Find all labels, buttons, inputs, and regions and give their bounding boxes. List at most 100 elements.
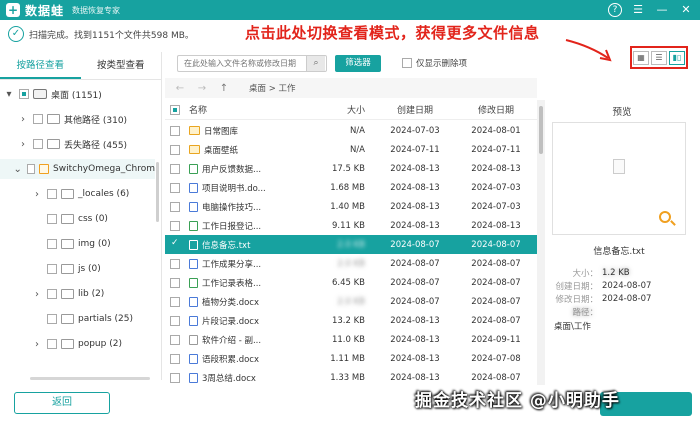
row-name: 信息备忘.txt [202,240,251,251]
preview-file-name: 信息备忘.txt [593,247,645,257]
header-size[interactable]: 大小 [295,103,375,116]
back-button[interactable]: 返回 [14,392,110,414]
tree-scrollbar[interactable] [156,162,159,222]
deleted-only-checkbox[interactable] [402,58,412,68]
table-row[interactable]: 信息备忘.txt 2.0 KB 2024-08-07 2024-08-07 [165,235,537,254]
forward-arrow-icon[interactable]: → [195,83,209,94]
thumbnail-view-icon[interactable]: ▦ [633,50,649,65]
table-row[interactable]: 工作日报登记... 9.11 KB 2024-08-13 2024-08-13 [165,216,537,235]
expand-icon[interactable]: › [32,339,42,350]
row-checkbox[interactable] [170,238,180,250]
up-arrow-icon[interactable]: ↑ [217,83,231,94]
table-row[interactable]: 项目说明书.do... 1.68 MB 2024-08-13 2024-07-03 [165,178,537,197]
tree-item[interactable]: › 其他路径 (310) [18,109,127,129]
tree-item[interactable]: img (0) [32,234,111,254]
row-checkbox[interactable] [170,201,180,212]
row-checkbox[interactable] [170,296,180,307]
select-all-checkbox[interactable] [170,104,180,115]
row-created: 2024-08-07 [390,277,440,288]
document-icon [189,353,198,364]
tree-checkbox[interactable] [26,164,35,174]
deleted-only-label: 仅显示删除项 [416,59,468,69]
row-size: 1.11 MB [330,353,365,364]
breadcrumb: 桌面 > 工作 [249,84,296,94]
tab-by-path[interactable]: 按路径查看 [0,52,81,79]
table-row[interactable]: 软件介绍 - 副... 11.0 KB 2024-08-13 2024-09-11 [165,330,537,349]
row-checkbox[interactable] [170,334,180,345]
tree-item[interactable]: › _locales (6) [32,184,129,204]
preview-view-icon[interactable]: ▮▯ [669,50,685,65]
row-size: 1.40 MB [330,201,365,212]
tree-checkbox[interactable] [47,339,57,349]
tree-item[interactable]: partials (25) [32,309,133,329]
row-checkbox[interactable] [170,277,180,288]
tree-item[interactable]: › popup (2) [32,334,122,354]
expand-icon[interactable]: › [18,114,28,125]
expand-icon[interactable]: ⌄ [13,164,21,175]
table-row[interactable]: 电脑操作技巧... 1.40 MB 2024-08-13 2024-07-03 [165,197,537,216]
table-row[interactable]: 语段积累.docx 1.11 MB 2024-08-13 2024-07-08 [165,349,537,368]
expand-icon[interactable]: › [32,289,42,300]
minimize-icon[interactable]: — [654,2,670,18]
tree-item-label: partials (25) [78,314,133,324]
tree-item[interactable]: ⌄ SwitchyOmega_Chrom [0,159,155,179]
table-row[interactable]: 植物分类.docx 2.0 KB 2024-08-07 2024-08-07 [165,292,537,311]
tree-item[interactable]: js (0) [32,259,101,279]
row-checkbox[interactable] [170,182,180,193]
magnifier-icon[interactable] [659,211,671,223]
table-scroll-thumb[interactable] [539,106,543,154]
row-name: 植物分类.docx [202,297,260,308]
row-checkbox[interactable] [170,372,180,383]
table-row[interactable]: 日常图库 N/A 2024-07-03 2024-08-01 [165,121,537,140]
deleted-only-option[interactable]: 仅显示删除项 [402,57,467,69]
tree-checkbox[interactable] [47,214,57,224]
table-row[interactable]: 用户反馈数据... 17.5 KB 2024-08-13 2024-08-13 [165,159,537,178]
tree-checkbox[interactable] [33,114,43,124]
tree-checkbox[interactable] [47,289,57,299]
tree-item[interactable]: › 丢失路径 (455) [18,134,127,154]
table-row[interactable]: 工作记录表格... 6.45 KB 2024-08-07 2024-08-07 [165,273,537,292]
back-arrow-icon[interactable]: ← [173,83,187,94]
row-checkbox[interactable] [170,353,180,364]
tree-checkbox[interactable] [47,189,57,199]
menu-icon[interactable]: ☰ [630,2,646,18]
row-created: 2024-08-13 [390,201,440,212]
tree-checkbox[interactable] [47,264,57,274]
tree-checkbox[interactable] [47,314,57,324]
help-icon[interactable]: ? [608,3,622,17]
row-checkbox[interactable] [170,315,180,326]
row-checkbox[interactable] [170,125,180,136]
header-name[interactable]: 名称 [185,103,295,116]
expand-icon[interactable]: › [32,189,42,200]
tree-checkbox[interactable] [33,139,43,149]
table-row[interactable]: 工作成果分享... 2.0 KB 2024-08-07 2024-08-07 [165,254,537,273]
close-icon[interactable]: ✕ [678,2,694,18]
list-view-icon[interactable]: ☰ [651,50,667,65]
row-checkbox[interactable] [170,163,180,174]
tree-checkbox[interactable] [47,239,57,249]
table-scrollbar[interactable] [537,100,545,385]
search-input[interactable] [177,55,327,72]
table-row[interactable]: 桌面壁纸 N/A 2024-07-11 2024-07-11 [165,140,537,159]
tree-hscrollbar[interactable] [30,377,150,380]
row-checkbox[interactable] [170,220,180,231]
header-created[interactable]: 创建日期 [375,103,455,116]
expand-icon[interactable]: › [18,139,28,150]
row-checkbox[interactable] [170,144,180,155]
tree-item[interactable]: ▾ 桌面 (1151) [4,84,101,104]
tree-checkbox[interactable] [19,89,29,99]
header-modified[interactable]: 修改日期 [455,103,537,116]
filter-button[interactable]: 筛选器 [335,55,381,72]
row-created: 2024-07-11 [390,144,440,155]
table-row[interactable]: 3周总结.docx 1.33 MB 2024-08-13 2024-08-07 [165,368,537,386]
expand-icon[interactable]: ▾ [4,89,14,100]
row-checkbox[interactable] [170,258,180,269]
tab-by-type[interactable]: 按类型查看 [81,52,162,79]
folder-icon [61,239,74,249]
tree-item[interactable]: css (0) [32,209,108,229]
tree-item[interactable]: › lib (2) [32,284,104,304]
search-icon[interactable]: ⌕ [306,56,325,71]
table-row[interactable]: 片段记录.docx 13.2 KB 2024-08-13 2024-08-07 [165,311,537,330]
row-name: 工作成果分享... [202,259,262,270]
folder-icon [61,289,74,299]
